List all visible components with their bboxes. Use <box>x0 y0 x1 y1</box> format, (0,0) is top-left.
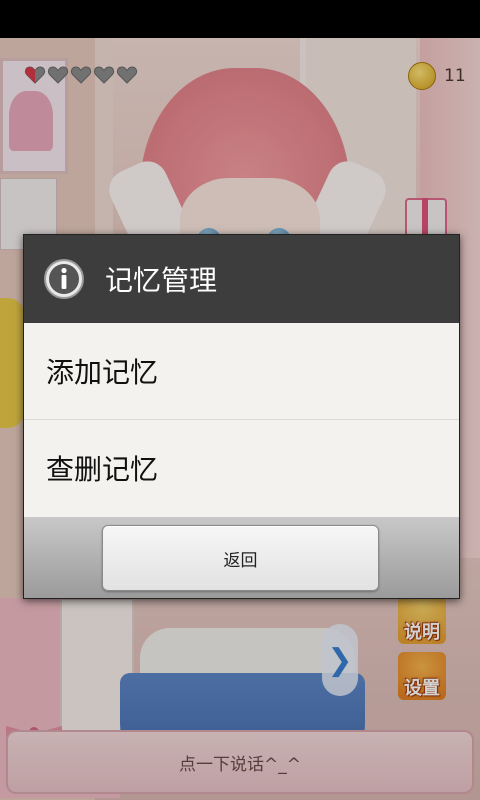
dialog-title: 记忆管理 <box>105 264 218 297</box>
add-memory-item[interactable]: 添加记忆 <box>24 323 459 419</box>
info-icon <box>44 259 84 299</box>
status-bar <box>0 0 480 38</box>
dialog-header: 记忆管理 <box>24 235 459 324</box>
dialog-footer: 返回 <box>24 517 459 598</box>
back-button[interactable]: 返回 <box>102 525 379 591</box>
dialog-option-list: 添加记忆 查删记忆 <box>24 323 459 517</box>
manage-memory-item[interactable]: 查删记忆 <box>24 419 459 515</box>
memory-dialog: 记忆管理 添加记忆 查删记忆 返回 <box>23 234 460 599</box>
